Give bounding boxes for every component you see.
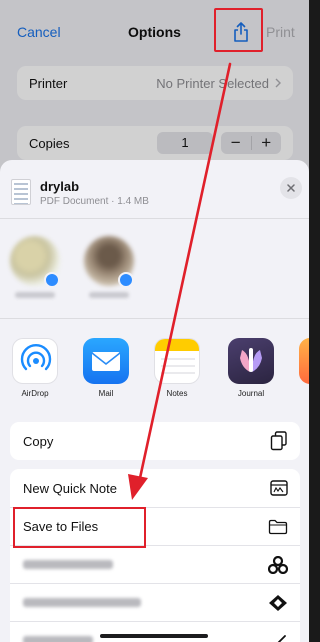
quick-note-icon — [270, 480, 288, 496]
app-partial[interactable]: F — [297, 338, 309, 398]
contact-name-blurred — [89, 292, 129, 298]
airdrop-badge-icon — [44, 272, 60, 288]
home-indicator — [100, 634, 208, 638]
share-highlight-box — [214, 8, 263, 52]
app-label: Notes — [166, 389, 188, 398]
divider — [0, 318, 309, 319]
app-icon — [299, 338, 309, 384]
share-sheet: drylab PDF Document · 1.4 MB AirDrop Mai… — [0, 160, 309, 642]
save-to-files-highlight-box — [13, 507, 146, 548]
folder-icon — [268, 519, 288, 534]
app-label: F — [297, 389, 309, 398]
blurred-action[interactable] — [10, 583, 300, 621]
close-button[interactable] — [280, 177, 302, 199]
app-journal[interactable]: Journal — [226, 338, 276, 398]
app-notes[interactable]: Notes — [152, 338, 202, 398]
app-label: Journal — [237, 389, 265, 398]
mail-icon — [83, 338, 129, 384]
app-airdrop[interactable]: AirDrop — [10, 338, 60, 398]
actions-group: New Quick Note Save to Files — [10, 469, 300, 642]
copy-label: Copy — [23, 433, 54, 449]
app-mail[interactable]: Mail — [81, 338, 131, 398]
copy-group: Copy — [10, 422, 300, 460]
blurred-action-label — [23, 560, 113, 569]
contact-name-blurred — [15, 292, 55, 298]
airdrop-icon — [12, 338, 58, 384]
blurred-action[interactable] — [10, 621, 300, 642]
blurred-action[interactable] — [10, 545, 300, 583]
close-icon — [287, 184, 295, 192]
new-quick-note-label: New Quick Note — [23, 480, 117, 496]
app-label: Mail — [98, 389, 114, 398]
blurred-action-label — [23, 636, 93, 642]
shortcut-icon — [277, 634, 286, 642]
document-thumbnail — [11, 179, 31, 205]
divider — [0, 218, 309, 219]
journal-icon — [228, 338, 274, 384]
new-quick-note-action[interactable]: New Quick Note — [10, 469, 300, 507]
copy-action[interactable]: Copy — [10, 422, 300, 460]
document-name: drylab — [40, 179, 80, 194]
shortcut-diamond-icon — [269, 594, 287, 611]
notes-icon — [154, 338, 200, 384]
document-meta: PDF Document · 1.4 MB — [40, 196, 149, 207]
blurred-action-label — [23, 598, 141, 607]
airdrop-badge-icon — [118, 272, 134, 288]
copy-icon — [270, 431, 287, 451]
app-label: AirDrop — [21, 389, 49, 398]
screen: Cancel Options Print Printer No Printer … — [0, 0, 309, 642]
shortcut-circles-icon — [268, 555, 288, 574]
